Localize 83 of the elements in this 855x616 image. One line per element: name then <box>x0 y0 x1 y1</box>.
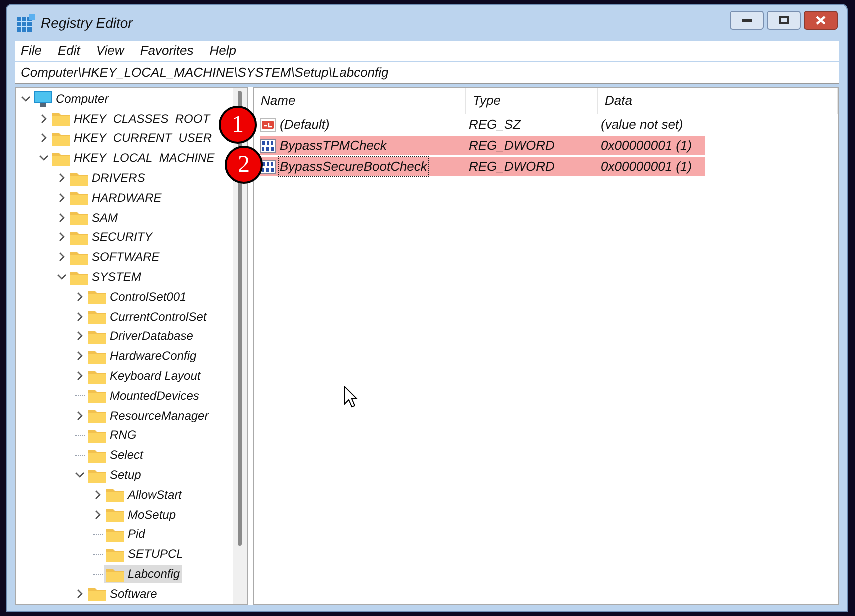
menu-item[interactable]: View <box>96 41 124 61</box>
value-data: 0x00000001 (1) <box>600 136 694 155</box>
tree-item[interactable]: SAM <box>68 208 120 227</box>
value-row[interactable]: (Default) REG_SZ (value not set) <box>260 115 705 134</box>
column-header[interactable]: Data <box>598 88 838 114</box>
folder-icon <box>88 408 106 424</box>
tree-item[interactable]: Keyboard Layout <box>86 367 203 386</box>
menu-item[interactable]: Favorites <box>140 41 194 61</box>
tree-item[interactable]: Software <box>86 584 160 603</box>
tree-item[interactable]: SOFTWARE <box>68 248 162 266</box>
value-type: REG_DWORD <box>468 136 556 155</box>
column-header[interactable]: Name <box>254 88 466 114</box>
close-icon <box>816 16 826 24</box>
folder-icon <box>52 130 70 146</box>
value-row[interactable]: BypassSecureBootCheck REG_DWORD 0x00000001 (1) <box>260 157 705 176</box>
folder-icon <box>52 150 70 166</box>
tree-item[interactable]: SETUPCL <box>104 545 186 564</box>
tree-item[interactable]: AllowStart <box>104 486 184 504</box>
value-name: BypassSecureBootCheck <box>278 156 430 178</box>
minimize-button[interactable] <box>730 10 764 30</box>
menu-item[interactable]: Help <box>210 41 237 61</box>
tree-item[interactable]: MountedDevices <box>86 386 202 405</box>
tree-item[interactable]: SECURITY <box>68 228 155 246</box>
folder-icon <box>88 348 106 364</box>
tree-item[interactable]: HKEY_CURRENT_USER <box>50 129 214 148</box>
maximize-button[interactable] <box>767 10 801 30</box>
value-row[interactable]: BypassTPMCheck REG_DWORD 0x00000001 (1) <box>260 136 705 155</box>
folder-icon <box>88 468 106 483</box>
tree-item[interactable]: DriverDatabase <box>86 327 196 346</box>
menu-item[interactable]: Edit <box>58 41 80 61</box>
close-button[interactable] <box>804 10 838 30</box>
folder-icon <box>70 230 88 245</box>
value-type: REG_DWORD <box>468 158 556 176</box>
folder-icon <box>106 507 124 522</box>
binary-value-icon <box>260 160 276 174</box>
tree-item[interactable]: SYSTEM <box>68 268 144 286</box>
folder-icon <box>106 546 124 562</box>
value-name: BypassTPMCheck <box>279 136 388 155</box>
tree-item[interactable]: Computer <box>32 90 111 108</box>
folder-icon <box>88 289 106 304</box>
folder-icon <box>70 170 88 186</box>
folder-icon <box>70 210 88 226</box>
tree-item[interactable]: HardwareConfig <box>86 347 199 366</box>
tree-item[interactable]: ControlSet001 <box>86 288 189 306</box>
menu-item[interactable]: File <box>21 41 42 61</box>
value-type: REG_SZ <box>468 116 522 134</box>
value-data: 0x00000001 (1) <box>600 158 694 176</box>
folder-icon <box>106 526 124 542</box>
folder-icon <box>70 270 88 285</box>
tree-item[interactable]: CurrentControlSet <box>86 308 209 326</box>
folder-icon <box>88 388 106 404</box>
folder-icon <box>88 328 106 344</box>
tree-item[interactable]: Setup <box>86 466 144 484</box>
column-header[interactable]: Type <box>466 88 598 114</box>
folder-icon <box>106 487 124 502</box>
folder-icon <box>88 368 106 384</box>
binary-value-icon <box>260 138 276 152</box>
tree-item[interactable]: HKEY_CLASSES_ROOT <box>50 110 212 128</box>
folder-icon <box>70 250 88 265</box>
window-title: Registry Editor <box>41 14 133 33</box>
tree-item[interactable]: HARDWARE <box>68 188 164 207</box>
folder-icon <box>88 448 106 463</box>
mouse-pointer-icon <box>344 386 358 408</box>
folder-icon <box>88 428 106 443</box>
folder-icon <box>106 566 124 582</box>
tree-item[interactable]: DRIVERS <box>68 169 148 188</box>
tree-item[interactable]: Select <box>86 446 146 464</box>
address-bar[interactable]: Computer\HKEY_LOCAL_MACHINE\SYSTEM\Setup\Labconfig <box>15 62 839 84</box>
folder-icon <box>52 111 70 126</box>
monitor-icon <box>34 90 52 107</box>
tree-item[interactable]: HKEY_LOCAL_MACHINE <box>50 149 217 168</box>
tree-item[interactable]: Labconfig <box>104 565 182 584</box>
folder-icon <box>70 190 88 206</box>
tree-item[interactable]: ResourceManager <box>86 406 211 425</box>
folder-icon <box>88 586 106 602</box>
folder-icon <box>88 309 106 324</box>
value-data: (value not set) <box>600 116 684 134</box>
tree-item[interactable]: Pid <box>104 525 148 544</box>
tree-item[interactable]: RNG <box>86 426 139 444</box>
string-value-icon <box>260 118 276 132</box>
tree-item[interactable]: MoSetup <box>104 506 178 524</box>
value-name: (Default) <box>279 116 331 134</box>
registry-app-icon <box>17 14 35 32</box>
